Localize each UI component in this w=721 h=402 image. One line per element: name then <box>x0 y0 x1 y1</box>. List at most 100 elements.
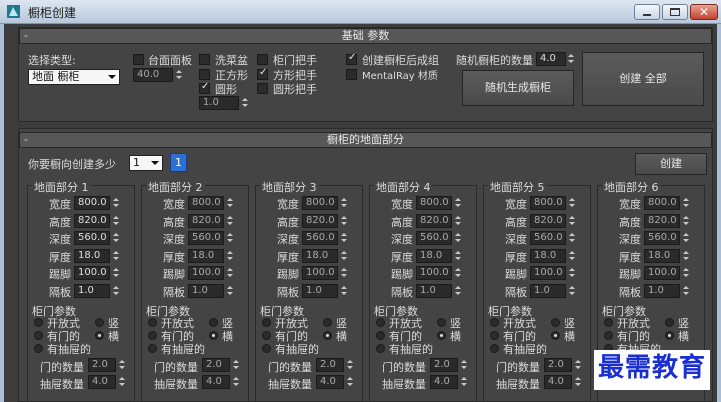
spinner-arrows-icon[interactable] <box>453 284 463 298</box>
field-spinner[interactable]: 820.0 <box>416 213 452 228</box>
field-spinner[interactable]: 560.0 <box>416 231 452 245</box>
square-checkbox[interactable] <box>199 69 210 80</box>
spinner-arrows-icon[interactable] <box>567 284 577 298</box>
create-group-checkbox[interactable] <box>346 52 357 65</box>
spinner-arrows-icon[interactable] <box>111 214 121 228</box>
field-spinner[interactable]: 100.0 <box>188 266 224 280</box>
vertical-radio[interactable] <box>665 318 674 327</box>
spinner-arrows-icon[interactable] <box>174 68 184 82</box>
door-handle-checkbox[interactable] <box>257 54 268 65</box>
field-spinner[interactable]: 100.0 <box>74 266 110 280</box>
field-spinner[interactable]: 100.0 <box>302 266 338 280</box>
field-spinner[interactable]: 560.0 <box>74 231 110 245</box>
drawer-radio[interactable] <box>148 344 157 353</box>
spinner-arrows-icon[interactable] <box>339 196 349 210</box>
drawer-radio[interactable] <box>262 344 271 353</box>
door-radio[interactable] <box>262 331 271 340</box>
drawer-radio[interactable] <box>490 344 499 353</box>
field-spinner[interactable]: 800.0 <box>530 196 566 210</box>
spinner-arrows-icon[interactable] <box>339 284 349 298</box>
spinner-arrows-icon[interactable] <box>345 375 355 389</box>
vertical-radio[interactable] <box>437 318 446 327</box>
square-handle-checkbox[interactable] <box>257 67 268 80</box>
door-radio[interactable] <box>34 331 43 340</box>
drawer-radio[interactable] <box>376 344 385 353</box>
field-spinner[interactable]: 560.0 <box>530 231 566 245</box>
spinner-arrows-icon[interactable] <box>231 358 241 372</box>
field-spinner[interactable]: 820.0 <box>302 213 338 228</box>
countertop-checkbox[interactable] <box>133 54 144 65</box>
field-spinner[interactable]: 820.0 <box>644 213 680 228</box>
open-radio[interactable] <box>34 318 43 327</box>
spinner-arrows-icon[interactable] <box>681 249 691 263</box>
spinner-arrows-icon[interactable] <box>453 214 463 228</box>
create-button[interactable]: 创建 <box>635 153 707 175</box>
door-radio[interactable] <box>604 331 613 340</box>
field-spinner[interactable]: 800.0 <box>644 196 680 210</box>
field-spinner[interactable]: 800.0 <box>416 196 452 210</box>
create-all-button[interactable]: 创建 全部 <box>582 52 704 106</box>
spinner-arrows-icon[interactable] <box>681 231 691 245</box>
drawer-count-spinner[interactable]: 4.0 <box>202 375 230 389</box>
spinner-arrows-icon[interactable] <box>111 284 121 298</box>
spinner-arrows-icon[interactable] <box>225 214 235 228</box>
spinner-arrows-icon[interactable] <box>117 375 127 389</box>
spinner-arrows-icon[interactable] <box>453 231 463 245</box>
page-badge[interactable]: 1 <box>170 153 187 172</box>
field-spinner[interactable]: 1.0 <box>302 283 338 298</box>
drawer-count-spinner[interactable]: 4.0 <box>88 375 116 389</box>
field-spinner[interactable]: 560.0 <box>188 231 224 245</box>
horizontal-radio[interactable] <box>209 331 218 340</box>
field-spinner[interactable]: 18.0 <box>416 248 452 263</box>
spinner-arrows-icon[interactable] <box>567 231 577 245</box>
door-radio[interactable] <box>148 331 157 340</box>
spinner-arrows-icon[interactable] <box>567 249 577 263</box>
field-spinner[interactable]: 18.0 <box>530 248 566 263</box>
open-radio[interactable] <box>376 318 385 327</box>
drawer-count-spinner[interactable]: 4.0 <box>316 375 344 389</box>
field-spinner[interactable]: 100.0 <box>530 266 566 280</box>
field-spinner[interactable]: 820.0 <box>530 213 566 228</box>
door-radio[interactable] <box>490 331 499 340</box>
vertical-radio[interactable] <box>551 318 560 327</box>
open-radio[interactable] <box>490 318 499 327</box>
spinner-arrows-icon[interactable] <box>345 358 355 372</box>
field-spinner[interactable]: 1.0 <box>530 283 566 298</box>
spinner-arrows-icon[interactable] <box>225 249 235 263</box>
field-spinner[interactable]: 800.0 <box>188 196 224 210</box>
horizontal-radio[interactable] <box>551 331 560 340</box>
spinner-arrows-icon[interactable] <box>111 249 121 263</box>
drawer-radio[interactable] <box>34 344 43 353</box>
horizontal-radio[interactable] <box>437 331 446 340</box>
round-spinner[interactable]: 1.0 <box>199 96 239 110</box>
field-spinner[interactable]: 100.0 <box>416 266 452 280</box>
spinner-arrows-icon[interactable] <box>681 266 691 280</box>
spinner-arrows-icon[interactable] <box>681 284 691 298</box>
door-count-spinner[interactable]: 2.0 <box>430 358 458 372</box>
basic-params-rollout[interactable]: - 基础 参数 <box>19 28 712 44</box>
drawer-count-spinner[interactable]: 4.0 <box>430 375 458 389</box>
spinner-arrows-icon[interactable] <box>111 196 121 210</box>
field-spinner[interactable]: 1.0 <box>188 283 224 298</box>
door-count-spinner[interactable]: 2.0 <box>202 358 230 372</box>
horizontal-radio[interactable] <box>95 331 104 340</box>
random-generate-button[interactable]: 随机生成橱柜 <box>462 70 574 106</box>
spinner-arrows-icon[interactable] <box>339 214 349 228</box>
random-count-spinner[interactable]: 4.0 <box>536 52 566 66</box>
vertical-radio[interactable] <box>95 318 104 327</box>
spinner-arrows-icon[interactable] <box>231 375 241 389</box>
minimize-button[interactable] <box>634 4 660 20</box>
round-handle-checkbox[interactable] <box>257 83 268 94</box>
spinner-arrows-icon[interactable] <box>567 196 577 210</box>
field-spinner[interactable]: 800.0 <box>74 196 110 210</box>
countertop-spinner[interactable]: 40.0 <box>133 68 173 82</box>
door-radio[interactable] <box>376 331 385 340</box>
close-button[interactable]: ✕ <box>690 4 718 20</box>
field-spinner[interactable]: 18.0 <box>74 248 110 263</box>
mentalray-checkbox[interactable] <box>346 69 357 80</box>
spinner-arrows-icon[interactable] <box>566 52 576 66</box>
spinner-arrows-icon[interactable] <box>573 358 583 372</box>
spinner-arrows-icon[interactable] <box>567 266 577 280</box>
spinner-arrows-icon[interactable] <box>459 358 469 372</box>
spinner-arrows-icon[interactable] <box>225 284 235 298</box>
